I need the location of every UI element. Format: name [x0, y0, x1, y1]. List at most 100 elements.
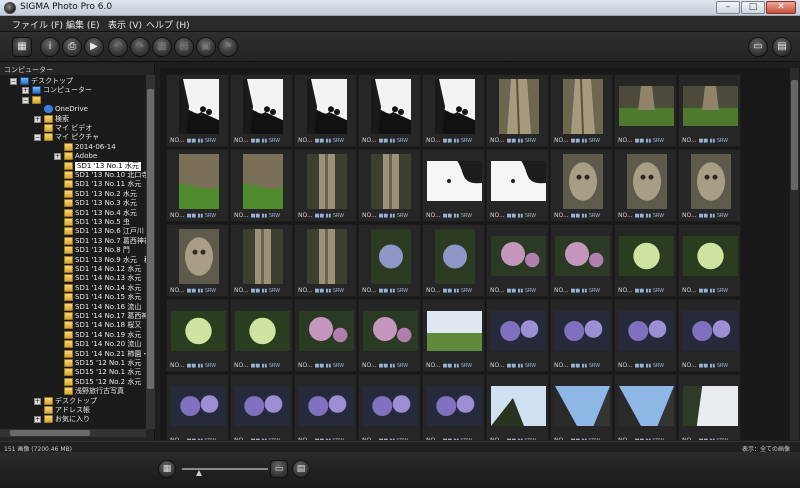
- thumbnail-cell[interactable]: NO... ■■ ▮▮ SRW: [166, 374, 229, 440]
- thumbnail-cell[interactable]: NO... ■■ ▮▮ SRW: [294, 149, 357, 222]
- thumbnail-cell[interactable]: NO... ■■ ▮▮ SRW: [422, 149, 485, 222]
- file-name: NO...: [234, 212, 251, 219]
- file-name: NO...: [234, 362, 251, 369]
- thumbnail-cell[interactable]: NO... ■■ ▮▮ SRW: [422, 74, 485, 147]
- thumbnail-cell[interactable]: NO... ■■ ▮▮ SRW: [422, 299, 485, 372]
- expand-icon[interactable]: +: [34, 397, 41, 405]
- expand-icon[interactable]: +: [22, 87, 29, 95]
- expand-icon[interactable]: +: [34, 416, 41, 424]
- thumbnail-cell[interactable]: NO... ■■ ▮▮ SRW: [358, 299, 421, 372]
- thumbnail-cell[interactable]: NO... ■■ ▮▮ SRW: [358, 374, 421, 440]
- thumbnail-cell[interactable]: NO... ■■ ▮▮ SRW: [614, 149, 677, 222]
- thumbnail-cell[interactable]: NO... ■■ ▮▮ SRW: [166, 74, 229, 147]
- thumbnail-cell[interactable]: NO... ■■ ▮▮ SRW: [358, 149, 421, 222]
- thumbnail-cell[interactable]: NO... ■■ ▮▮ SRW: [678, 224, 741, 297]
- thumbnail-cell[interactable]: NO... ■■ ▮▮ SRW: [230, 149, 293, 222]
- menu-help[interactable]: ヘルプ (H): [146, 18, 190, 31]
- rotate-left-icon[interactable]: ↶: [108, 37, 128, 57]
- thumbnail-cell[interactable]: NO... ■■ ▮▮ SRW: [614, 74, 677, 147]
- info-icon[interactable]: i: [40, 37, 60, 57]
- tree-item-label: SD1 '13 No.5 虫: [75, 218, 130, 226]
- window-icon[interactable]: ▭: [748, 37, 768, 57]
- menu-edit[interactable]: 編集 (E): [66, 18, 100, 31]
- thumbnail-cell[interactable]: NO... ■■ ▮▮ SRW: [486, 74, 549, 147]
- thumbnail-cell[interactable]: NO... ■■ ▮▮ SRW: [550, 224, 613, 297]
- thumbnail-cell[interactable]: NO... ■■ ▮▮ SRW: [486, 374, 549, 440]
- thumbnail-cell[interactable]: NO... ■■ ▮▮ SRW: [550, 374, 613, 440]
- scroll-thumb[interactable]: [10, 430, 90, 436]
- thumbnail-cell[interactable]: NO... ■■ ▮▮ SRW: [230, 374, 293, 440]
- rotate-right-icon[interactable]: ↷: [130, 37, 150, 57]
- thumbnail-size-slider[interactable]: [182, 468, 268, 470]
- thumbnail-cell[interactable]: NO... ■■ ▮▮ SRW: [294, 299, 357, 372]
- close-button[interactable]: ✕: [766, 1, 796, 14]
- tree-vertical-scrollbar[interactable]: [146, 75, 155, 429]
- thumbnail-cell[interactable]: NO... ■■ ▮▮ SRW: [166, 299, 229, 372]
- thumbnail-cell[interactable]: NO... ■■ ▮▮ SRW: [550, 74, 613, 147]
- thumbnail-cell[interactable]: NO... ■■ ▮▮ SRW: [614, 374, 677, 440]
- thumbnail-cell[interactable]: NO... ■■ ▮▮ SRW: [550, 299, 613, 372]
- large-thumb-icon[interactable]: ▭: [270, 460, 288, 478]
- thumbnail-cell[interactable]: NO... ■■ ▮▮ SRW: [486, 299, 549, 372]
- thumbnail-caption: NO... ■■ ▮▮ SRW: [170, 287, 228, 295]
- thumbnail-cell[interactable]: NO... ■■ ▮▮ SRW: [678, 299, 741, 372]
- minimize-button[interactable]: –: [716, 1, 740, 14]
- thumbnail-cell[interactable]: NO... ■■ ▮▮ SRW: [358, 74, 421, 147]
- expand-icon[interactable]: +: [34, 115, 41, 123]
- play-icon[interactable]: ▶: [84, 37, 104, 57]
- thumbnail-cell[interactable]: NO... ■■ ▮▮ SRW: [358, 224, 421, 297]
- tree-horizontal-scrollbar[interactable]: [0, 429, 146, 437]
- menu-file[interactable]: ファイル (F): [12, 18, 63, 31]
- panel-toggle-icon[interactable]: ▦: [12, 37, 32, 57]
- thumbnail-cell[interactable]: NO... ■■ ▮▮ SRW: [678, 374, 741, 440]
- print-icon[interactable]: ⎙: [62, 37, 82, 57]
- thumbnail-cell[interactable]: NO... ■■ ▮▮ SRW: [166, 149, 229, 222]
- expand-icon[interactable]: +: [54, 153, 61, 161]
- thumbnail-caption: NO... ■■ ▮▮ SRW: [682, 437, 740, 440]
- thumbnail-image: [683, 236, 738, 276]
- computer-icon: [32, 86, 41, 95]
- thumbnail-cell[interactable]: NO... ■■ ▮▮ SRW: [486, 224, 549, 297]
- menu-view[interactable]: 表示 (V): [108, 18, 142, 31]
- thumbnail-caption: NO... ■■ ▮▮ SRW: [490, 437, 548, 440]
- scroll-thumb[interactable]: [791, 80, 798, 190]
- scroll-thumb[interactable]: [147, 89, 154, 389]
- thumbnail-cell[interactable]: NO... ■■ ▮▮ SRW: [422, 224, 485, 297]
- thumbnail-cell[interactable]: NO... ■■ ▮▮ SRW: [230, 74, 293, 147]
- save-icon[interactable]: ▣: [196, 37, 216, 57]
- tag-icon[interactable]: ⚑: [218, 37, 238, 57]
- folder-icon: [64, 368, 73, 377]
- maximize-button[interactable]: □: [741, 1, 765, 14]
- thumbnail-cell[interactable]: NO... ■■ ▮▮ SRW: [614, 224, 677, 297]
- thumbnail-cell[interactable]: NO... ■■ ▮▮ SRW: [486, 149, 549, 222]
- grid-icon[interactable]: ▦: [152, 37, 172, 57]
- thumbnail-cell[interactable]: NO... ■■ ▮▮ SRW: [678, 74, 741, 147]
- layout-icon[interactable]: ▤: [772, 37, 792, 57]
- collapse-icon[interactable]: −: [34, 134, 41, 142]
- thumbnail-cell[interactable]: NO... ■■ ▮▮ SRW: [230, 224, 293, 297]
- thumbnail-cell[interactable]: NO... ■■ ▮▮ SRW: [422, 374, 485, 440]
- grid-small-icon[interactable]: ▦: [158, 460, 176, 478]
- thumbnail-cell[interactable]: NO... ■■ ▮▮ SRW: [230, 299, 293, 372]
- thumbnail-cell[interactable]: NO... ■■ ▮▮ SRW: [294, 224, 357, 297]
- thumbnail-caption: NO... ■■ ▮▮ SRW: [362, 212, 420, 220]
- collapse-icon[interactable]: −: [10, 78, 17, 85]
- grid-vertical-scrollbar[interactable]: [790, 68, 799, 440]
- slider-handle[interactable]: [196, 470, 203, 476]
- folder-icon: [44, 133, 53, 142]
- folder-icon[interactable]: ▤: [174, 37, 194, 57]
- thumbnail-cell[interactable]: NO... ■■ ▮▮ SRW: [678, 149, 741, 222]
- folder-icon: [64, 246, 73, 255]
- collapse-icon[interactable]: −: [22, 96, 29, 104]
- folder-icon: [44, 396, 53, 405]
- thumbnail-cell[interactable]: NO... ■■ ▮▮ SRW: [166, 224, 229, 297]
- thumbnail-image: [562, 78, 603, 134]
- filmstrip-icon[interactable]: ▤: [292, 460, 310, 478]
- thumbnail-image: [178, 78, 219, 134]
- thumbnail-cell[interactable]: NO... ■■ ▮▮ SRW: [550, 149, 613, 222]
- file-name: NO...: [554, 437, 571, 440]
- thumbnail-cell[interactable]: NO... ■■ ▮▮ SRW: [614, 299, 677, 372]
- thumbnail-cell[interactable]: NO... ■■ ▮▮ SRW: [294, 74, 357, 147]
- thumbnail-caption: NO... ■■ ▮▮ SRW: [298, 362, 356, 370]
- thumbnail-cell[interactable]: NO... ■■ ▮▮ SRW: [294, 374, 357, 440]
